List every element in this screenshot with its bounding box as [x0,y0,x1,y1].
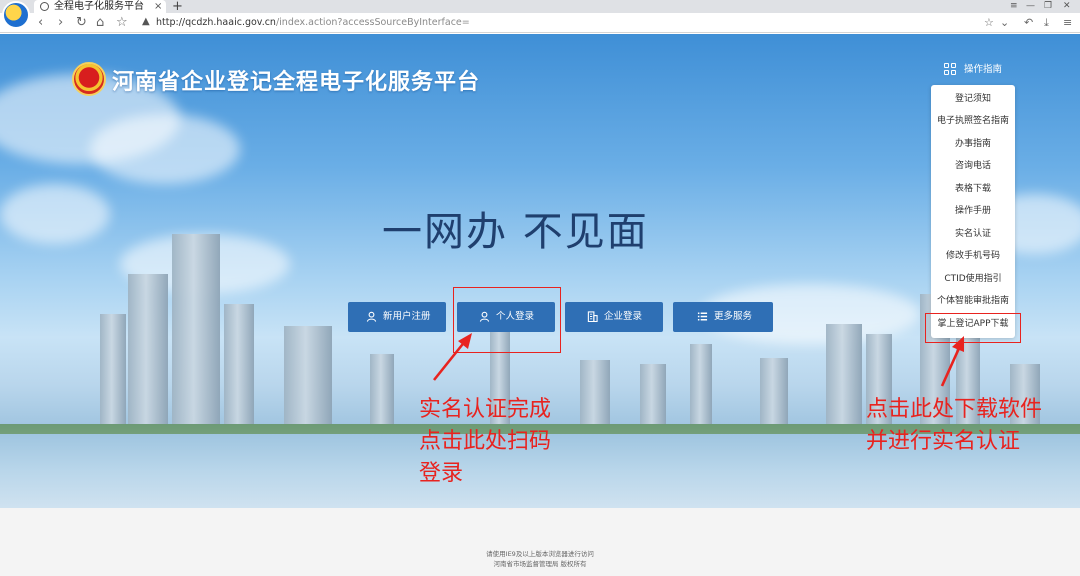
enterprise-login-button[interactable]: 企业登录 [565,302,663,332]
menu-item-ctid-guide[interactable]: CTID使用指引 [931,272,1015,286]
building [760,358,788,424]
browser-tab-bar: 全程电子化服务平台 × + ≡ — ❐ ✕ [0,0,1080,14]
bookmark-icon[interactable]: ☆ [116,14,128,32]
forward-icon[interactable]: › [58,14,63,32]
building [100,314,126,424]
building [284,326,332,424]
emblem-logo [72,62,106,96]
register-button[interactable]: 新用户注册 [348,302,446,332]
tab-title: 全程电子化服务平台 [54,1,144,12]
hero-banner: 河南省企业登记全程电子化服务平台 操作指南 登记须知 电子执照签名指南 办事指南… [0,34,1080,508]
url-field[interactable]: http://qcdzh.haaic.gov.cn/index.action?a… [156,16,470,30]
guide-label: 操作指南 [964,64,1003,75]
more-services-label: 更多服务 [714,311,753,322]
grid-icon [944,63,958,77]
building-icon [587,311,598,322]
building [128,274,168,424]
more-services-button[interactable]: 更多服务 [673,302,773,332]
building [224,304,254,424]
enterprise-login-label: 企业登录 [604,311,643,322]
menu-icon[interactable]: ≡ [1063,15,1072,31]
building [370,354,394,424]
annotation-right-line1: 点击此处下载软件 [866,397,1043,422]
menu-item-service-guide[interactable]: 办事指南 [931,137,1015,151]
undo-icon[interactable]: ↶ [1024,15,1033,31]
menu-item-individual-approval[interactable]: 个体智能审批指南 [931,294,1015,308]
arrow-icon [940,336,964,387]
site-title: 河南省企业登记全程电子化服务平台 [112,70,481,95]
favicon-icon [40,2,49,11]
browser-tab[interactable]: 全程电子化服务平台 × [34,0,166,13]
annotation-left-line1: 实名认证完成 [419,397,552,422]
cloud [0,184,110,244]
browser-logo-icon [2,1,30,29]
menu-item-real-name-auth[interactable]: 实名认证 [931,227,1015,241]
reload-icon[interactable]: ↻ [76,14,87,32]
slogan: 一网办 不见面 [382,209,649,255]
tab-close-icon[interactable]: × [154,0,162,13]
building [580,360,610,424]
menu-item-e-license-guide[interactable]: 电子执照签名指南 [931,114,1015,128]
dropdown-icon[interactable]: ⌄ [1000,15,1009,31]
footer: 请使用IE9及以上版本浏览器进行访问 河南省市场监督管理局 版权所有 [0,508,1080,576]
building [690,344,712,424]
building [640,364,666,424]
url-path: /index.action?accessSourceByInterface= [275,17,470,28]
warning-icon: ▲ [142,16,150,27]
minimize-icon[interactable]: — [1026,0,1035,12]
arrow-icon [432,333,472,381]
annotation-right-line2: 并进行实名认证 [866,429,1021,454]
user-icon [366,311,377,322]
menu-item-hotline[interactable]: 咨询电话 [931,159,1015,173]
building [172,234,220,424]
address-bar: ‹ › ↻ ⌂ ☆ ▲ http://qcdzh.haaic.gov.cn/in… [0,13,1080,33]
restore-icon[interactable]: ❐ [1044,0,1052,12]
star-icon[interactable]: ☆ [984,15,994,31]
back-icon[interactable]: ‹ [38,14,43,32]
new-tab-button[interactable]: + [172,0,183,14]
window-menu-icon[interactable]: ≡ [1010,0,1018,12]
download-icon[interactable]: ⤓ [1044,15,1049,31]
footer-browser-notice: 请使用IE9及以上版本浏览器进行访问 [486,550,594,558]
register-label: 新用户注册 [383,311,431,322]
url-host: http://qcdzh.haaic.gov.cn [156,17,276,28]
guide-dropdown-menu: 登记须知 电子执照签名指南 办事指南 咨询电话 表格下载 操作手册 实名认证 修… [931,85,1015,338]
annotation-left-line3: 登录 [419,461,464,486]
home-icon[interactable]: ⌂ [96,14,104,32]
menu-item-change-phone[interactable]: 修改手机号码 [931,249,1015,263]
annotation-left-line2: 点击此处扫码 [419,429,552,454]
menu-item-form-download[interactable]: 表格下载 [931,182,1015,196]
close-window-icon[interactable]: ✕ [1063,0,1071,12]
list-icon [697,312,708,321]
menu-item-manual[interactable]: 操作手册 [931,204,1015,218]
building [826,324,862,424]
menu-item-registration-notice[interactable]: 登记须知 [931,92,1015,106]
footer-copyright: 河南省市场监督管理局 版权所有 [493,560,587,568]
cloud [90,114,240,184]
